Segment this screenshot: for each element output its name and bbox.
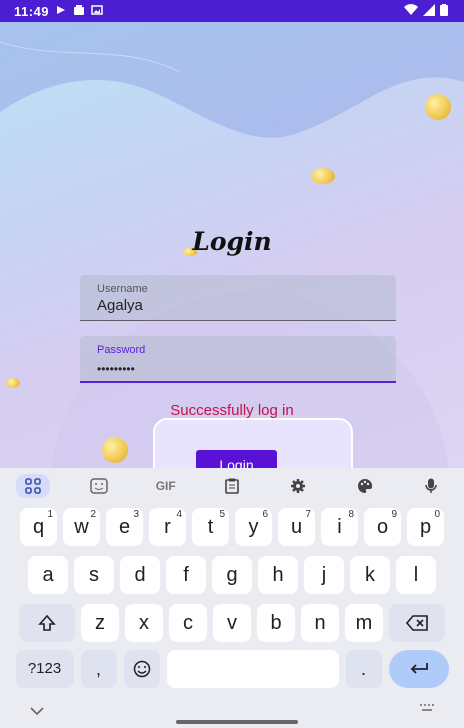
microphone-icon[interactable] (414, 474, 448, 498)
key-s[interactable]: s (74, 556, 114, 594)
key-row-3: z x c v b n m (0, 604, 464, 642)
enter-arrow-icon (410, 663, 428, 674)
page-title: Login (192, 227, 272, 256)
hide-keyboard-chevron-icon[interactable] (30, 702, 44, 718)
key-k[interactable]: k (350, 556, 390, 594)
emoji-key[interactable] (123, 650, 160, 688)
username-label: Username (97, 283, 148, 295)
key-j[interactable]: j (304, 556, 344, 594)
coin-decoration (425, 94, 451, 120)
symbols-key[interactable]: ?123 (15, 650, 74, 688)
key-g[interactable]: g (212, 556, 252, 594)
clipboard-icon[interactable] (215, 474, 249, 498)
key-n[interactable]: n (301, 604, 339, 642)
key-u[interactable]: u7 (278, 508, 315, 546)
emoji-icon (133, 660, 150, 678)
shift-key[interactable] (19, 604, 75, 642)
success-message: Successfully log in (170, 402, 294, 419)
key-row-4: ?123 , . (0, 650, 464, 688)
settings-gear-icon[interactable] (281, 474, 315, 498)
key-row-2: a s d f g h j k l (0, 556, 464, 594)
key-e[interactable]: e3 (106, 508, 143, 546)
username-value: Agalya (97, 297, 143, 314)
status-time: 11:49 (14, 3, 50, 19)
coin-decoration (102, 437, 128, 463)
photo-icon (91, 4, 103, 19)
home-gesture-bar[interactable] (176, 720, 298, 724)
keyboard-switch-icon[interactable] (420, 704, 434, 714)
keyboard: GIF q1 w2 e3 r4 t5 y6 u7 i8 o9 p0 a s d … (0, 468, 464, 728)
key-z[interactable]: z (81, 604, 119, 642)
key-f[interactable]: f (166, 556, 206, 594)
coin-decoration (6, 378, 20, 388)
space-bar[interactable] (166, 650, 339, 688)
sticker-icon[interactable] (82, 474, 116, 498)
key-a[interactable]: a (28, 556, 68, 594)
status-bar: 11:49 (0, 0, 464, 22)
keyboard-toolbar: GIF (0, 468, 464, 504)
gif-button[interactable]: GIF (149, 474, 183, 498)
wifi-icon (404, 4, 418, 16)
key-x[interactable]: x (125, 604, 163, 642)
key-q[interactable]: q1 (20, 508, 57, 546)
sim-card-icon (73, 4, 85, 19)
signal-icon (423, 4, 435, 16)
backspace-key[interactable] (389, 604, 445, 642)
key-t[interactable]: t5 (192, 508, 229, 546)
username-field[interactable]: Username Agalya (80, 275, 396, 321)
coin-decoration (311, 168, 335, 184)
key-l[interactable]: l (396, 556, 436, 594)
enter-key[interactable] (388, 650, 449, 688)
status-right (404, 4, 448, 16)
password-field[interactable]: Password ••••••••• (80, 336, 396, 383)
password-value: ••••••••• (97, 362, 135, 376)
shift-icon (38, 614, 56, 631)
key-w[interactable]: w2 (63, 508, 100, 546)
comma-key[interactable]: , (80, 650, 117, 688)
apps-grid-icon[interactable] (16, 474, 51, 498)
password-label: Password (97, 344, 146, 356)
key-c[interactable]: c (169, 604, 207, 642)
key-i[interactable]: i8 (321, 508, 358, 546)
login-button[interactable]: Login (196, 450, 277, 468)
key-h[interactable]: h (258, 556, 298, 594)
notification-icon (55, 4, 67, 19)
period-key[interactable]: . (345, 650, 382, 688)
key-v[interactable]: v (213, 604, 251, 642)
key-y[interactable]: y6 (235, 508, 272, 546)
battery-icon (440, 4, 448, 16)
backspace-icon (405, 615, 428, 631)
login-screen: Login Username Agalya Password •••••••••… (0, 22, 464, 468)
key-o[interactable]: o9 (364, 508, 401, 546)
theme-palette-icon[interactable] (348, 474, 382, 498)
key-r[interactable]: r4 (149, 508, 186, 546)
key-b[interactable]: b (257, 604, 295, 642)
navigation-bar (0, 698, 464, 728)
key-p[interactable]: p0 (407, 508, 444, 546)
key-d[interactable]: d (120, 556, 160, 594)
key-m[interactable]: m (345, 604, 383, 642)
key-row-1: q1 w2 e3 r4 t5 y6 u7 i8 o9 p0 (0, 508, 464, 546)
